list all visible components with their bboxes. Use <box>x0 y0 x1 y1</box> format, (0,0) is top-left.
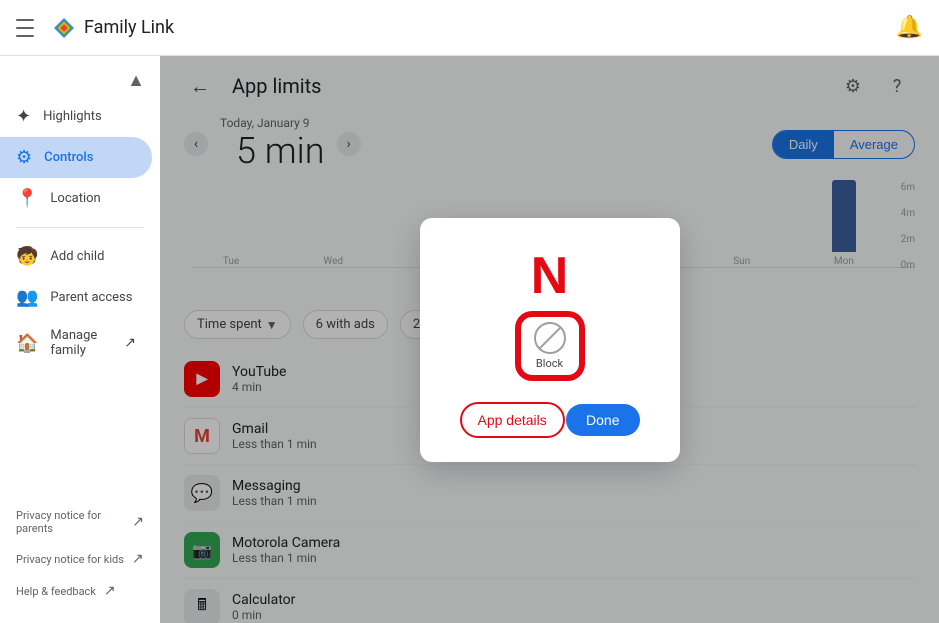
sidebar-bottom: Privacy notice for parents ↗ Privacy not… <box>0 493 160 615</box>
privacy-parents-link[interactable]: Privacy notice for parents ↗ <box>0 501 160 543</box>
block-icon <box>534 322 566 354</box>
sidebar: ▲ ✦ Highlights ⚙ Controls 📍 Location 🧒 A… <box>0 56 160 623</box>
modal-overlay[interactable]: N Block App details Done <box>160 56 939 623</box>
block-button[interactable]: Block <box>518 314 582 378</box>
manage-family-icon: 🏠 <box>16 333 38 354</box>
menu-icon[interactable] <box>16 16 40 40</box>
location-icon: 📍 <box>16 188 38 209</box>
sidebar-item-controls[interactable]: ⚙ Controls <box>0 137 152 178</box>
notification-bell[interactable]: 🔔 <box>896 15 923 40</box>
external-link-icon: ↗ <box>124 335 136 351</box>
app-details-button[interactable]: App details <box>460 402 565 438</box>
sidebar-item-manage-family[interactable]: 🏠 Manage family ↗ <box>0 318 152 368</box>
modal-actions: App details Done <box>460 402 640 438</box>
help-feedback-link[interactable]: Help & feedback ↗ <box>0 575 160 607</box>
parent-access-icon: 👥 <box>16 287 38 308</box>
external-link-icon-3: ↗ <box>104 583 116 599</box>
app-title: Family Link <box>84 17 174 38</box>
highlights-icon: ✦ <box>16 106 31 127</box>
controls-icon: ⚙ <box>16 147 32 168</box>
app-limit-modal: N Block App details Done <box>420 218 680 462</box>
collapse-icon[interactable]: ▲ <box>124 68 148 92</box>
app-header: Family Link 🔔 <box>0 0 939 56</box>
main-content: ← App limits ⚙ ? ‹ Today, January 9 5 mi… <box>160 56 939 623</box>
external-link-icon-1: ↗ <box>132 514 144 530</box>
privacy-kids-link[interactable]: Privacy notice for kids ↗ <box>0 543 160 575</box>
external-link-icon-2: ↗ <box>132 551 144 567</box>
sidebar-item-add-child[interactable]: 🧒 Add child <box>0 236 152 277</box>
sidebar-collapse-section: ▲ <box>0 64 160 96</box>
sidebar-item-highlights[interactable]: ✦ Highlights <box>0 96 152 137</box>
sidebar-item-parent-access[interactable]: 👥 Parent access <box>0 277 152 318</box>
done-button[interactable]: Done <box>566 404 639 436</box>
sidebar-divider <box>16 227 144 228</box>
modal-app-logo: N <box>531 250 569 302</box>
app-logo <box>52 16 76 40</box>
sidebar-item-location[interactable]: 📍 Location <box>0 178 152 219</box>
add-child-icon: 🧒 <box>16 246 38 267</box>
